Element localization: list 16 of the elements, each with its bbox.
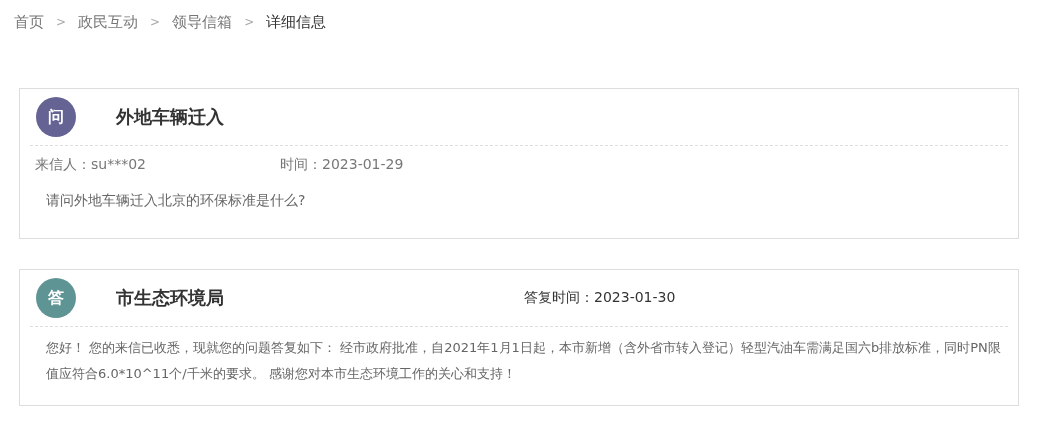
answer-text: 您好！ 您的来信已收悉，现就您的问题答复如下： 经市政府批准，自2021年1月1日起，本市新增（含外省市转入登记）轻型汽油车需满足国六b排放标准，同时PN限值应符合6.0*10^11个/千米的要求。 感谢您对本市生态环境工作的关心和支持！ [46,339,1002,383]
question-text: 请问外地车辆迁入北京的环保标准是什么? [46,192,307,210]
breadcrumb-link[interactable]: 详细信息 [266,12,327,32]
breadcrumb-separator: > [56,15,67,29]
reply-time-label: 答复时间：2023-01-30 [524,289,676,307]
question-badge: 问 [36,97,76,137]
breadcrumb-separator: > [150,15,161,29]
question-title: 外地车辆迁入 [116,105,224,129]
breadcrumb-separator: > [244,15,255,29]
sender-label: 来信人：su***02 [35,156,147,174]
time-label: 时间：2023-01-29 [280,156,404,174]
breadcrumb-link[interactable]: 首页 [14,12,44,32]
breadcrumb-link[interactable]: 政民互动 [78,12,139,32]
answer-badge: 答 [36,278,76,318]
breadcrumb-link[interactable]: 领导信箱 [172,12,233,32]
answer-title: 市生态环境局 [116,286,224,310]
